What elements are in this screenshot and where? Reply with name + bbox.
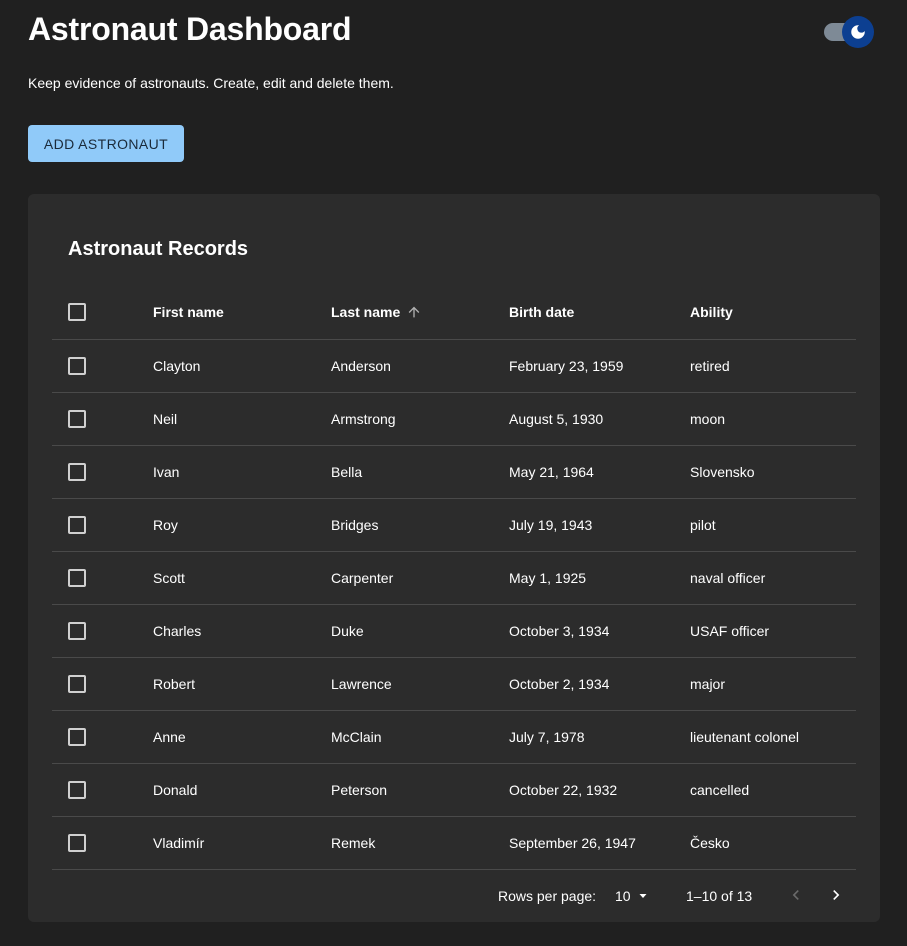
row-checkbox[interactable] <box>68 357 86 375</box>
column-label: Birth date <box>509 303 575 320</box>
table-row[interactable]: Vladimír Remek September 26, 1947 Česko <box>52 817 856 870</box>
row-checkbox[interactable] <box>68 410 86 428</box>
table-row[interactable]: Clayton Anderson February 23, 1959 retir… <box>52 340 856 393</box>
cell-ability: Slovensko <box>690 464 755 480</box>
cell-first-name: Roy <box>153 517 178 533</box>
cell-birth-date: May 1, 1925 <box>509 570 587 586</box>
table-row[interactable]: Roy Bridges July 19, 1943 pilot <box>52 499 856 552</box>
cell-birth-date: February 23, 1959 <box>509 358 624 374</box>
row-checkbox[interactable] <box>68 781 86 799</box>
cell-birth-date: August 5, 1930 <box>509 411 604 427</box>
cell-last-name: Lawrence <box>331 676 392 692</box>
column-label: Ability <box>690 303 733 320</box>
table-row[interactable]: Charles Duke October 3, 1934 USAF office… <box>52 605 856 658</box>
toggle-thumb[interactable] <box>842 16 874 48</box>
table-row[interactable]: Anne McClain July 7, 1978 lieutenant col… <box>52 711 856 764</box>
cell-birth-date: July 19, 1943 <box>509 517 593 533</box>
rows-per-page-label: Rows per page: <box>498 888 597 904</box>
cell-ability: retired <box>690 358 730 374</box>
chevron-right-icon <box>833 890 840 900</box>
astronaut-table: First name Last name Birth date Ability <box>52 284 856 870</box>
sort-ascending-icon[interactable] <box>406 304 422 320</box>
row-checkbox[interactable] <box>68 569 86 587</box>
table-pagination: Rows per page: 10 1–10 of 13 <box>28 874 880 918</box>
column-label: First name <box>153 303 224 320</box>
page-title: Astronaut Dashboard <box>28 11 352 47</box>
cell-birth-date: September 26, 1947 <box>509 835 636 851</box>
cell-first-name: Robert <box>153 676 196 692</box>
card-title: Astronaut Records <box>68 238 249 260</box>
cell-ability: USAF officer <box>690 623 770 639</box>
cell-ability: major <box>690 676 726 692</box>
column-label: Last name <box>331 303 401 320</box>
cell-first-name: Ivan <box>153 464 180 480</box>
cell-first-name: Clayton <box>153 358 201 374</box>
table-header: First name Last name Birth date Ability <box>52 284 856 340</box>
cell-last-name: Bella <box>331 464 363 480</box>
cell-last-name: Carpenter <box>331 570 394 586</box>
cell-last-name: Duke <box>331 623 364 639</box>
records-card: Astronaut Records First name Last name B… <box>28 194 880 922</box>
page-subtitle: Keep evidence of astronauts. Create, edi… <box>28 75 394 91</box>
pagination-range: 1–10 of 13 <box>686 888 753 904</box>
cell-last-name: Remek <box>331 835 376 851</box>
row-checkbox[interactable] <box>68 516 86 534</box>
cell-ability: Česko <box>690 835 730 851</box>
theme-toggle[interactable] <box>824 16 874 48</box>
page: Astronaut Dashboard Keep evidence of ast… <box>0 0 907 946</box>
cell-ability: pilot <box>690 517 716 533</box>
cell-birth-date: July 7, 1978 <box>509 729 585 745</box>
cell-birth-date: October 22, 1932 <box>509 782 618 798</box>
column-header-first-name[interactable]: First name <box>153 284 224 339</box>
moon-icon <box>851 25 865 39</box>
select-all-checkbox[interactable] <box>68 302 86 321</box>
cell-last-name: Armstrong <box>331 411 396 427</box>
cell-first-name: Donald <box>153 782 198 798</box>
cell-first-name: Anne <box>153 729 186 745</box>
cell-ability: lieutenant colonel <box>690 729 799 745</box>
column-header-birth-date[interactable]: Birth date <box>509 284 574 339</box>
cell-last-name: Anderson <box>331 358 391 374</box>
cell-ability: moon <box>690 411 726 427</box>
next-page-button[interactable] <box>824 883 848 907</box>
table-row[interactable]: Neil Armstrong August 5, 1930 moon <box>52 393 856 446</box>
cell-last-name: McClain <box>331 729 382 745</box>
cell-first-name: Vladimír <box>153 835 205 851</box>
table-row[interactable]: Donald Peterson October 22, 1932 cancell… <box>52 764 856 817</box>
row-checkbox[interactable] <box>68 463 86 481</box>
row-checkbox[interactable] <box>68 622 86 640</box>
cell-first-name: Neil <box>153 411 178 427</box>
rows-per-page-value: 10 <box>615 888 631 904</box>
rows-per-page-select[interactable]: 10 <box>615 888 649 904</box>
cell-birth-date: October 3, 1934 <box>509 623 610 639</box>
chevron-left-icon <box>792 890 799 900</box>
cell-ability: cancelled <box>690 782 750 798</box>
table-row[interactable]: Scott Carpenter May 1, 1925 naval office… <box>52 552 856 605</box>
row-checkbox[interactable] <box>68 675 86 693</box>
table-row[interactable]: Robert Lawrence October 2, 1934 major <box>52 658 856 711</box>
cell-last-name: Bridges <box>331 517 379 533</box>
add-astronaut-button[interactable]: ADD ASTRONAUT <box>28 125 184 162</box>
cell-ability: naval officer <box>690 570 766 586</box>
table-row[interactable]: Ivan Bella May 21, 1964 Slovensko <box>52 446 856 499</box>
column-header-ability[interactable]: Ability <box>690 284 733 339</box>
cell-birth-date: October 2, 1934 <box>509 676 610 692</box>
cell-birth-date: May 21, 1964 <box>509 464 594 480</box>
previous-page-button[interactable] <box>784 883 808 907</box>
cell-first-name: Scott <box>153 570 185 586</box>
cell-last-name: Peterson <box>331 782 388 798</box>
cell-first-name: Charles <box>153 623 202 639</box>
row-checkbox[interactable] <box>68 728 86 746</box>
row-checkbox[interactable] <box>68 834 86 852</box>
column-header-last-name[interactable]: Last name <box>331 284 422 339</box>
caret-down-icon <box>637 890 649 902</box>
